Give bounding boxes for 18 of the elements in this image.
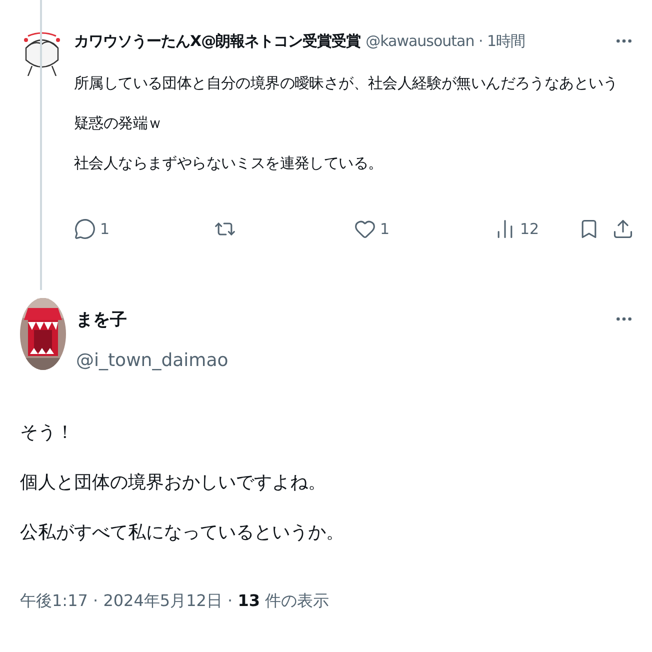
author-handle[interactable]: @i_town_daimao — [76, 350, 634, 371]
share-icon — [612, 218, 634, 240]
post-text: 疑惑の発端ｗ — [74, 113, 164, 134]
post-text: 個人と団体の境界おかしいですよね。 — [20, 471, 327, 495]
post-text: 公私がすべて私になっているというか。 — [20, 521, 345, 545]
post-text: 社会人ならまずやらないミスを連発している。 — [74, 153, 384, 174]
views-button[interactable]: 12 — [494, 218, 566, 240]
share-button[interactable] — [612, 218, 634, 240]
like-button[interactable]: 1 — [354, 218, 482, 240]
post-timestamp: 午後1:17 · 2024年5月12日 · 13 件の表示 — [20, 591, 330, 612]
reply-icon — [74, 218, 96, 240]
post-meta: @kawausoutan · 1時間 — [366, 32, 526, 50]
post-text: 所属している団体と自分の境界の曖昧さが、社会人経験が無いんだろうなあという — [74, 73, 619, 94]
author-name[interactable]: カワウソうーたんX@朗報ネトコン受賞受賞 — [74, 32, 361, 50]
author-name[interactable]: まを子 — [76, 308, 127, 330]
reply-button[interactable]: 1 — [74, 218, 202, 240]
post-text: そう！ — [20, 421, 75, 445]
like-icon — [354, 218, 376, 240]
